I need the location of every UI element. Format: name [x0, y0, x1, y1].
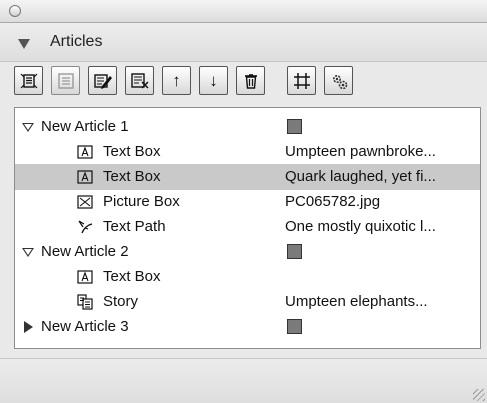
palette-header[interactable]: Articles: [0, 23, 487, 62]
text-box-icon: [77, 145, 93, 159]
text-box-icon: [77, 270, 93, 284]
add-to-article-icon: [57, 72, 74, 89]
component-label: Text Path: [103, 218, 166, 235]
delete-button[interactable]: [236, 66, 265, 95]
component-label: Picture Box: [103, 193, 180, 210]
move-up-button[interactable]: ↑: [162, 66, 191, 95]
trash-icon: [244, 73, 257, 89]
add-to-article-button[interactable]: [51, 66, 80, 95]
article-label: New Article 2: [41, 243, 129, 260]
picture-box-icon: [77, 195, 93, 209]
article-color-swatch[interactable]: [287, 244, 302, 259]
show-info-button[interactable]: [125, 66, 154, 95]
article-label: New Article 1: [41, 118, 129, 135]
component-content: One mostly quixotic l...: [285, 218, 436, 235]
article-row-1[interactable]: New Article 1: [15, 114, 480, 140]
component-content: PC065782.jpg: [285, 193, 381, 210]
text-path-icon: [78, 220, 93, 234]
edit-article-button[interactable]: [88, 66, 117, 95]
collapse-triangle-icon[interactable]: [18, 39, 30, 49]
story-icon: [77, 294, 93, 310]
select-box-button[interactable]: [287, 66, 316, 95]
palette-title: Articles: [50, 33, 103, 50]
edit-article-icon: [93, 73, 112, 89]
component-label: Story: [103, 293, 139, 310]
new-article-button[interactable]: [14, 66, 43, 95]
settings-button[interactable]: [324, 66, 353, 95]
component-row-selected[interactable]: Text Box Quark laughed, yet fi...: [15, 164, 480, 190]
resize-grip-icon[interactable]: [473, 389, 485, 401]
component-content: Umpteen pawnbroke...: [285, 143, 436, 160]
disclosure-closed-icon[interactable]: [24, 321, 33, 333]
component-row[interactable]: Story Umpteen elephants...: [15, 289, 480, 315]
component-row[interactable]: Text Path One mostly quixotic l...: [15, 214, 480, 240]
component-label: Text Box: [103, 168, 161, 185]
article-label: New Article 3: [41, 318, 129, 335]
article-row-2[interactable]: New Article 2: [15, 239, 480, 265]
disclosure-open-icon[interactable]: [22, 123, 34, 132]
article-color-swatch[interactable]: [287, 319, 302, 334]
article-color-swatch[interactable]: [287, 119, 302, 134]
palette-titlebar[interactable]: [0, 0, 487, 23]
articles-toolbar: ↑ ↓: [14, 66, 474, 98]
component-row[interactable]: Text Box Umpteen pawnbroke...: [15, 139, 480, 165]
close-button[interactable]: [9, 5, 21, 17]
move-down-button[interactable]: ↓: [199, 66, 228, 95]
text-box-icon: [77, 170, 93, 184]
component-content: Umpteen elephants...: [285, 293, 428, 310]
disclosure-open-icon[interactable]: [22, 248, 34, 257]
palette-footer: [0, 358, 487, 403]
gear-icon: [332, 74, 347, 89]
component-label: Text Box: [103, 268, 161, 285]
new-article-icon: [20, 73, 37, 88]
component-label: Text Box: [103, 143, 161, 160]
component-row[interactable]: Text Box: [15, 264, 480, 290]
down-arrow-icon: ↓: [209, 70, 218, 90]
articles-list[interactable]: New Article 1 Text Box Umpteen pawnbroke…: [14, 107, 481, 349]
article-row-3[interactable]: New Article 3: [15, 314, 480, 340]
component-content: Quark laughed, yet fi...: [285, 168, 436, 185]
up-arrow-icon: ↑: [172, 70, 181, 90]
info-icon: [130, 72, 149, 89]
component-row[interactable]: Picture Box PC065782.jpg: [15, 189, 480, 215]
crop-icon: [293, 72, 310, 89]
